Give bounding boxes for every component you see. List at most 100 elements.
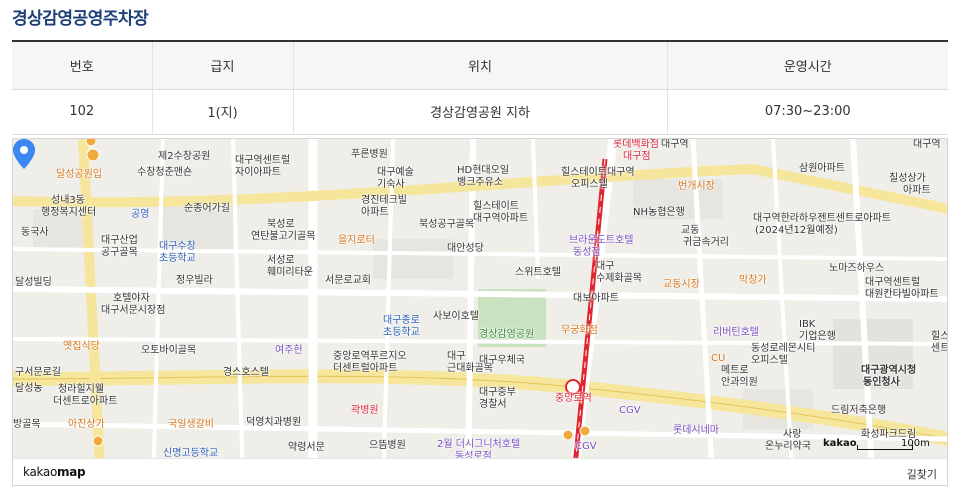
- map-label[interactable]: 리버틴호텔: [713, 327, 759, 338]
- map-label[interactable]: 오피스텔: [571, 179, 608, 190]
- map-label[interactable]: 여주헌: [275, 345, 303, 356]
- map-label[interactable]: 대구역센트럴: [865, 277, 920, 288]
- map-label[interactable]: 북성로: [267, 219, 295, 230]
- map-label[interactable]: 대구역한라하우젠트센트로아파트: [753, 213, 891, 224]
- map-label[interactable]: 초등학교: [159, 253, 196, 264]
- map-label[interactable]: 중앙로역푸르지오: [333, 351, 407, 362]
- map-label[interactable]: 대보아파트: [573, 293, 619, 304]
- map-label[interactable]: 교동시장: [663, 279, 700, 290]
- map-label[interactable]: 대구점: [623, 151, 651, 162]
- map-label[interactable]: CU: [711, 353, 725, 364]
- map-label[interactable]: 푸른병원: [351, 149, 388, 160]
- map-label[interactable]: 초등학교: [383, 327, 420, 338]
- map-label[interactable]: 롯데백화점: [613, 139, 659, 150]
- map-label[interactable]: 훼미리타운: [267, 267, 313, 278]
- map-label[interactable]: 방골목: [13, 419, 41, 430]
- map-label[interactable]: 무궁화점: [561, 325, 598, 336]
- map-label[interactable]: 센트: [931, 343, 947, 354]
- map-label[interactable]: 뱅크주유소: [457, 177, 503, 188]
- map-label[interactable]: 대구역아파트: [473, 213, 528, 224]
- map-label[interactable]: 서문로교회: [325, 275, 371, 286]
- map-label[interactable]: 대구역센트럴: [235, 155, 290, 166]
- map-label[interactable]: 연탄불고기골목: [251, 231, 315, 242]
- map-label[interactable]: 동국사: [21, 227, 49, 238]
- map-label[interactable]: (2024년12월예정): [755, 225, 838, 236]
- map-label[interactable]: 구서문로길: [15, 367, 61, 378]
- map-label[interactable]: 롯데시네마: [673, 425, 719, 436]
- map-label[interactable]: 메트로: [721, 365, 749, 376]
- map-label[interactable]: 힐스: [931, 331, 947, 342]
- map-label[interactable]: 안과의원: [721, 377, 758, 388]
- map-label[interactable]: 오피스텔: [751, 355, 788, 366]
- map-label[interactable]: 대구광역시청: [861, 365, 916, 376]
- map-label[interactable]: 수창청춘맨숀: [137, 167, 192, 178]
- map-label[interactable]: 동성점: [573, 247, 601, 258]
- map-label[interactable]: 대구중부: [479, 387, 516, 398]
- map-label[interactable]: 노마즈하우스: [829, 263, 884, 274]
- map-label[interactable]: 덕영치과병원: [246, 417, 301, 428]
- map-label[interactable]: 온누리약국: [765, 441, 811, 452]
- map-label[interactable]: 아진상가: [68, 419, 105, 430]
- map-label[interactable]: 대구예술: [377, 167, 414, 178]
- map-label[interactable]: 2월 더시그니처호텔: [437, 439, 520, 450]
- map-label[interactable]: 힐스테이트대구역: [561, 167, 635, 178]
- map-label[interactable]: 대구역: [661, 139, 689, 150]
- map-label[interactable]: 스위트호텔: [515, 267, 561, 278]
- map-label[interactable]: 대구우체국: [479, 355, 525, 366]
- map-label[interactable]: 대구역: [913, 139, 941, 150]
- map-label[interactable]: 교동: [681, 225, 699, 236]
- map-label[interactable]: 대구종로: [383, 315, 420, 326]
- map-label[interactable]: 칠성상가: [889, 173, 926, 184]
- map-label[interactable]: IBK: [799, 319, 815, 330]
- map-label[interactable]: NH농협은행: [633, 207, 685, 218]
- map-label[interactable]: 대구: [596, 261, 614, 272]
- map-label[interactable]: 드림저축은행: [831, 405, 886, 416]
- map-label[interactable]: 오토바이골목: [141, 345, 196, 356]
- map-label[interactable]: 대구: [447, 351, 465, 362]
- map-label[interactable]: 호텔야자: [113, 293, 150, 304]
- map-label[interactable]: 곽병원: [351, 405, 379, 416]
- map-label[interactable]: 으뜸병원: [369, 440, 406, 451]
- map-label[interactable]: 제2수창공원: [158, 151, 210, 162]
- map-label[interactable]: 브라운도트호텔: [569, 235, 633, 246]
- map-label[interactable]: 대안성당: [447, 243, 484, 254]
- map-label[interactable]: 약령서문: [288, 442, 325, 453]
- map-label[interactable]: 행정복지센터: [41, 207, 96, 218]
- map-label[interactable]: 더센트로아파트: [53, 396, 117, 407]
- map-label[interactable]: 더센트럴아파트: [333, 363, 397, 374]
- map-label[interactable]: 달성농: [15, 383, 43, 394]
- map-label[interactable]: 대구서문시장점: [101, 305, 165, 316]
- map-label[interactable]: 자이아파트: [235, 167, 281, 178]
- map-label[interactable]: 기숙사: [377, 179, 405, 190]
- location-pin-icon[interactable]: [13, 139, 35, 169]
- map-label[interactable]: HD현대오일: [457, 165, 509, 176]
- map-label[interactable]: 대구산업: [101, 235, 138, 246]
- map-label[interactable]: 동성로레몬시티: [751, 343, 815, 354]
- map-label[interactable]: 정우빌라: [176, 275, 213, 286]
- map-label[interactable]: 경스호스텔: [223, 367, 269, 378]
- directions-link[interactable]: 길찾기: [907, 466, 937, 482]
- map-label[interactable]: 사보이호텔: [433, 311, 479, 322]
- map-label[interactable]: 수제화골목: [596, 273, 642, 284]
- map-label[interactable]: 경진테크빌: [361, 195, 407, 206]
- map-label[interactable]: 을지로터: [338, 235, 375, 246]
- map-label[interactable]: 서성로: [267, 255, 295, 266]
- kakao-map-logo[interactable]: kakaomap: [23, 465, 86, 479]
- map-label[interactable]: 경상감영공원: [479, 329, 534, 340]
- map-label[interactable]: CGV: [619, 405, 641, 416]
- map-label[interactable]: 사랑: [783, 429, 801, 440]
- map-view[interactable]: 달성공원입 제2수창공원 수창청춘맨숀 성내3동 행정복지센터 공영 순종어가길 동국사 대구산…: [12, 138, 948, 486]
- map-label[interactable]: 공영: [131, 209, 149, 220]
- map-label[interactable]: 막창가: [739, 275, 767, 286]
- map-label[interactable]: 중앙로역: [555, 393, 592, 404]
- map-label[interactable]: 달성빌딩: [15, 277, 52, 288]
- map-label[interactable]: 삼원아파트: [799, 163, 845, 174]
- map-label[interactable]: 동인청사: [863, 377, 900, 388]
- map-label[interactable]: 힐스테이트: [473, 201, 519, 212]
- map-label[interactable]: CGV: [575, 441, 597, 452]
- map-label[interactable]: 순종어가길: [184, 203, 230, 214]
- map-label[interactable]: 옛집식당: [63, 341, 100, 352]
- map-label[interactable]: 북성공구골목: [419, 219, 474, 230]
- map-label[interactable]: 귀금속거리: [683, 237, 729, 248]
- map-label[interactable]: 번개시장: [678, 181, 715, 192]
